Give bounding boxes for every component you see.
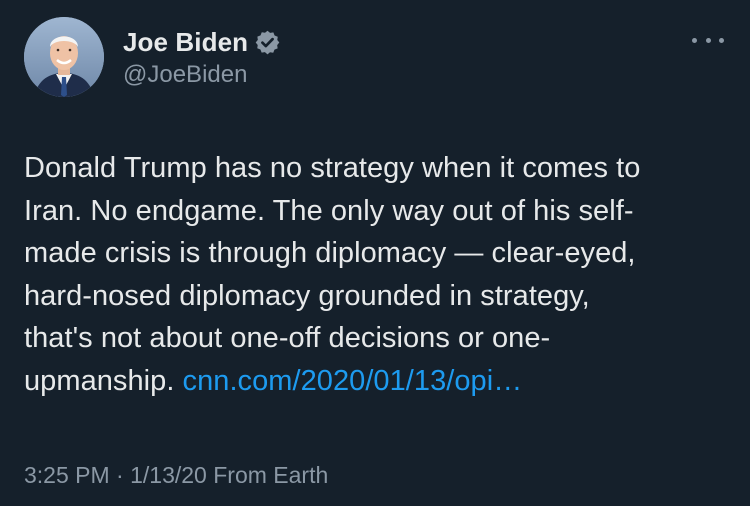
tweet-text-line: made crisis is through diplomacy — clear… <box>24 237 636 270</box>
tweet-text-line: Donald Trump has no strategy when it com… <box>24 152 641 184</box>
tweet-card: Joe Biden @JoeBiden Donald Trump has no … <box>0 0 750 506</box>
author-handle[interactable]: @JoeBiden <box>123 59 247 91</box>
avatar[interactable] <box>24 17 104 97</box>
more-dot <box>719 37 724 43</box>
author-display-name[interactable]: Joe Biden <box>123 26 248 58</box>
meta-separator: · <box>109 462 131 488</box>
tweet-text-tail: upmanship. <box>24 364 183 397</box>
tweet-link[interactable]: cnn.com/2020/01/13/opi… <box>183 365 523 397</box>
verified-badge-icon[interactable] <box>254 29 281 56</box>
tweet-source: From Earth <box>206 462 329 488</box>
profile-photo <box>24 17 104 97</box>
tweet-date[interactable]: 1/13/20 <box>130 462 207 488</box>
more-dot <box>705 37 711 43</box>
more-options-icon[interactable] <box>692 30 724 50</box>
tweet-text-line: hard-nosed diplomacy grounded in strateg… <box>24 279 590 312</box>
more-dot <box>692 37 697 43</box>
tweet-text: Donald Trump has no strategy when it com… <box>24 147 724 403</box>
author-name-row[interactable]: Joe Biden <box>123 26 281 58</box>
tweet-meta: 3:25 PM · 1/13/20 From Earth <box>24 459 328 491</box>
tweet-time[interactable]: 3:25 PM <box>24 462 110 488</box>
tweet-text-line: Iran. No endgame. The only way out of hi… <box>24 194 634 227</box>
tweet-text-line: that's not about one-off decisions or on… <box>24 322 551 355</box>
tweet-text-line-last: upmanship. cnn.com/2020/01/13/opi… <box>24 360 724 403</box>
